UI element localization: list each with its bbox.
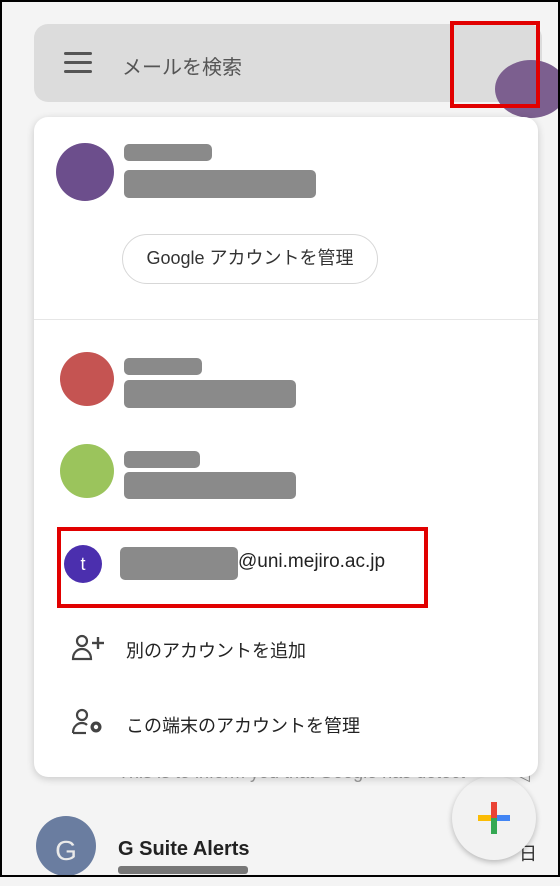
account-avatar bbox=[60, 352, 114, 406]
add-account-label: 別のアカウントを追加 bbox=[126, 641, 306, 661]
account-name-redacted bbox=[124, 451, 200, 468]
annotation-highlight-account bbox=[57, 527, 428, 608]
current-account-email-redacted bbox=[124, 170, 316, 198]
current-account-name-redacted bbox=[124, 144, 212, 161]
current-account-avatar bbox=[56, 143, 114, 201]
hamburger-menu-icon[interactable] bbox=[64, 52, 92, 74]
email-subject-redacted bbox=[118, 866, 248, 874]
account-switcher-card: Google アカウントを管理 t @uni.mejiro.ac.jp 別のアカ… bbox=[34, 117, 538, 777]
compose-button[interactable] bbox=[452, 776, 536, 860]
account-email-redacted bbox=[124, 380, 296, 408]
add-person-icon bbox=[71, 634, 104, 661]
search-placeholder: メールを検索 bbox=[122, 57, 242, 79]
manage-device-accounts-label: この端末のアカウントを管理 bbox=[126, 716, 360, 736]
account-email-redacted bbox=[124, 472, 296, 499]
email-sender[interactable]: G Suite Alerts bbox=[118, 838, 250, 861]
account-avatar bbox=[60, 444, 114, 498]
sender-avatar: G bbox=[36, 816, 96, 876]
manage-accounts-icon bbox=[71, 708, 102, 735]
plus-icon bbox=[478, 802, 510, 834]
manage-google-account-button[interactable]: Google アカウントを管理 bbox=[122, 234, 378, 284]
account-name-redacted bbox=[124, 358, 202, 375]
divider bbox=[34, 319, 538, 320]
annotation-highlight-profile bbox=[450, 21, 540, 108]
